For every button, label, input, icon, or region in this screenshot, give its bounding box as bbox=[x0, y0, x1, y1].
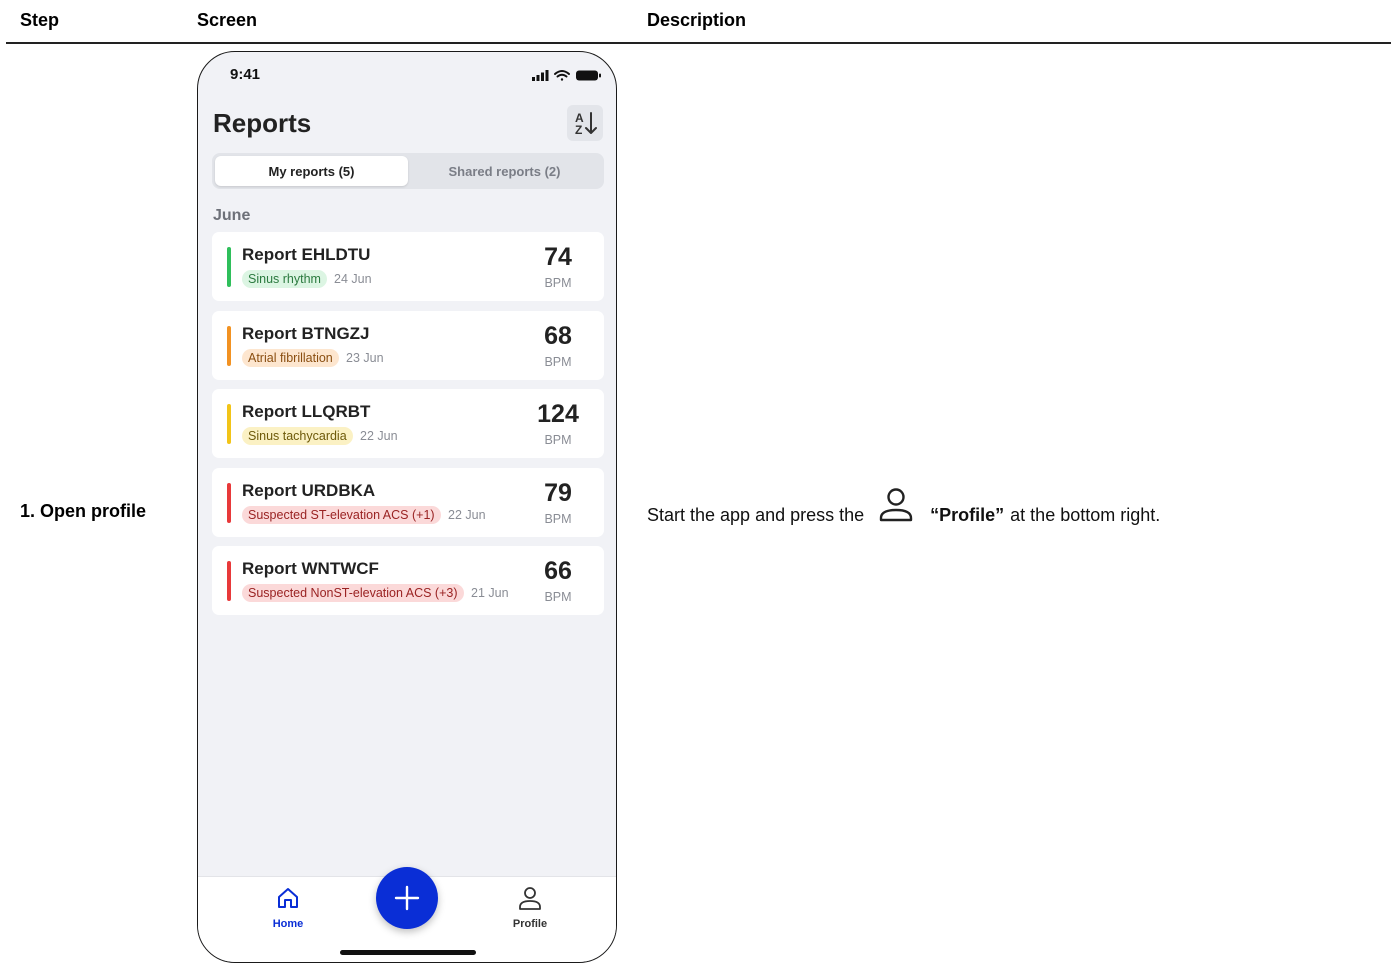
tab-home[interactable]: Home bbox=[248, 885, 328, 930]
sort-az-icon: A Z bbox=[575, 111, 597, 137]
tab-home-label: Home bbox=[272, 918, 304, 930]
report-date: 21 Jun bbox=[471, 586, 509, 600]
report-card[interactable]: Report URDBKA Suspected ST-elevation ACS … bbox=[212, 467, 604, 537]
heart-rate-value: 68 bbox=[544, 321, 572, 350]
heart-rate-unit: BPM bbox=[544, 354, 572, 369]
heart-rate-unit: BPM bbox=[544, 276, 572, 290]
status-color-bar bbox=[227, 482, 231, 523]
report-card[interactable]: Report EHLDTU Sinus rhythm 24 Jun 74 BPM bbox=[212, 232, 604, 301]
status-color-bar bbox=[227, 561, 231, 601]
report-card[interactable]: Report LLQRBT Sinus tachycardia 22 Jun 124 B… bbox=[212, 389, 604, 458]
rhythm-badge: Sinus tachycardia bbox=[242, 427, 353, 445]
month-heading: June bbox=[213, 207, 251, 224]
person-icon bbox=[876, 485, 916, 529]
report-name: Report WNTWCF bbox=[242, 559, 379, 578]
svg-text:Z: Z bbox=[575, 123, 582, 137]
heart-rate-value: 66 bbox=[544, 557, 572, 585]
status-icons bbox=[532, 68, 602, 82]
heart-rate-value: 124 bbox=[537, 400, 579, 428]
description-suffix: at the bottom right. bbox=[1010, 504, 1161, 525]
status-time: 9:41 bbox=[230, 66, 261, 83]
report-name: Report URDBKA bbox=[242, 480, 376, 500]
tab-shared-reports[interactable]: Shared reports (2) bbox=[408, 156, 601, 186]
phone-screen: 9:41 Reports A Z My reports (5) Shared r… bbox=[197, 51, 617, 963]
rhythm-badge: Suspected ST-elevation ACS (+1) bbox=[242, 505, 441, 524]
rhythm-badge: Sinus rhythm bbox=[242, 270, 327, 288]
heart-rate-value: 74 bbox=[544, 243, 572, 271]
home-icon bbox=[278, 888, 298, 908]
reports-segmented-control: My reports (5) Shared reports (2) bbox=[212, 153, 604, 189]
description-prefix: Start the app and press the bbox=[647, 504, 865, 525]
report-date: 24 Jun bbox=[334, 272, 372, 286]
add-report-button[interactable] bbox=[376, 867, 438, 929]
step-description: Start the app and press the “Profile” at… bbox=[647, 488, 1160, 542]
report-date: 23 Jun bbox=[346, 350, 384, 365]
status-color-bar bbox=[227, 247, 231, 287]
signal-icon bbox=[532, 70, 549, 81]
sort-button[interactable]: A Z bbox=[567, 105, 603, 141]
heart-rate-unit: BPM bbox=[544, 511, 572, 526]
report-card[interactable]: Report BTNGZJ Atrial fibrillation 23 Jun 68… bbox=[212, 310, 604, 380]
tab-my-reports[interactable]: My reports (5) bbox=[215, 156, 408, 186]
plus-icon bbox=[394, 885, 420, 911]
tab-profile[interactable]: Profile bbox=[490, 885, 570, 930]
column-header-description: Description bbox=[647, 10, 747, 30]
home-indicator bbox=[340, 950, 476, 955]
heart-rate-unit: BPM bbox=[544, 590, 572, 604]
report-date: 22 Jun bbox=[448, 507, 486, 522]
description-profile-label: “Profile” bbox=[930, 504, 1005, 525]
step-label: 1. Open profile bbox=[20, 501, 147, 521]
battery-icon bbox=[576, 70, 601, 81]
rhythm-badge: Atrial fibrillation bbox=[242, 348, 339, 367]
column-header-step: Step bbox=[20, 10, 60, 30]
report-card[interactable]: Report WNTWCF Suspected NonST-elevation A… bbox=[212, 546, 604, 615]
status-color-bar bbox=[227, 325, 231, 366]
report-name: Report LLQRBT bbox=[242, 402, 371, 421]
header-divider bbox=[6, 42, 1391, 44]
status-color-bar bbox=[227, 404, 231, 444]
wifi-icon bbox=[554, 70, 570, 81]
column-header-screen: Screen bbox=[197, 10, 258, 30]
report-date: 22 Jun bbox=[360, 429, 398, 443]
heart-rate-unit: BPM bbox=[544, 433, 572, 447]
heart-rate-value: 79 bbox=[544, 478, 572, 507]
rhythm-badge: Suspected NonST-elevation ACS (+3) bbox=[242, 584, 464, 602]
report-name: Report EHLDTU bbox=[242, 245, 371, 264]
tab-profile-label: Profile bbox=[512, 918, 548, 930]
person-icon bbox=[519, 887, 541, 910]
page-title: Reports bbox=[213, 108, 312, 138]
report-name: Report BTNGZJ bbox=[242, 323, 370, 343]
